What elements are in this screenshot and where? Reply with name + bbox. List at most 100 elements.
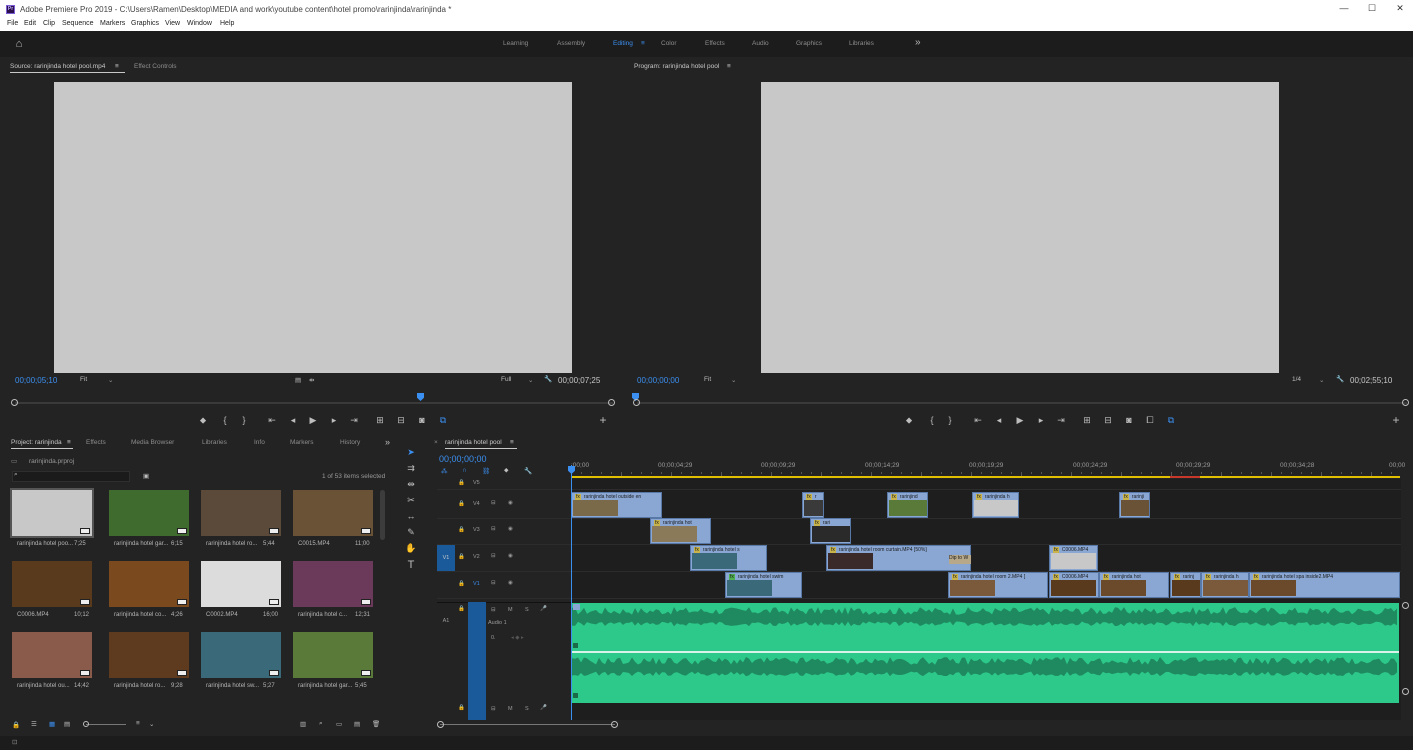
camera-icon[interactable]: ◙	[416, 414, 428, 426]
project-item-name[interactable]: rarinjinda hotel sw...	[206, 683, 259, 689]
add-button-icon[interactable]: +	[597, 414, 609, 426]
chevron-down-icon[interactable]: ⌄	[149, 720, 154, 728]
tab-effect-controls[interactable]: Effect Controls	[134, 63, 177, 70]
panel-menu-icon[interactable]: ≡	[727, 63, 731, 70]
go-to-in-icon[interactable]: ⇤	[972, 414, 984, 426]
track-lock-icon[interactable]: 🔒	[458, 581, 465, 587]
comparison-view-icon[interactable]: ⧠	[1144, 414, 1156, 426]
video-clip[interactable]: fx rarinj	[1170, 572, 1201, 598]
project-item-thumbnail[interactable]	[109, 632, 189, 678]
zoom-handle-right[interactable]	[1402, 399, 1409, 406]
video-clip[interactable]: fx rarinjinda hotel s	[690, 545, 767, 571]
tab-source[interactable]: Source: rarinjinda hotel pool.mp4	[10, 63, 105, 70]
menu-markers[interactable]: Markers	[100, 20, 125, 27]
project-item-name[interactable]: rarinjinda hotel c...	[298, 612, 347, 618]
video-track-label[interactable]: V2	[473, 554, 480, 560]
project-item-name[interactable]: rarinjinda hotel gar...	[298, 683, 352, 689]
program-video-frame[interactable]	[761, 82, 1279, 373]
video-track-label[interactable]: V1	[473, 581, 480, 587]
video-clip[interactable]: fx rarinjinda h	[972, 492, 1019, 518]
tab-program[interactable]: Program: rarinjinda hotel pool	[634, 63, 719, 70]
source-playhead[interactable]	[417, 393, 424, 401]
menu-edit[interactable]: Edit	[24, 20, 36, 27]
zoom-slider-handle[interactable]	[83, 721, 89, 727]
audio-clip-a1[interactable]	[572, 603, 1399, 703]
camera-icon[interactable]: ◙	[1123, 414, 1135, 426]
track-lock-icon[interactable]: 🔒	[458, 501, 465, 507]
track-lock-icon[interactable]: 🔒	[458, 705, 465, 711]
go-to-out-icon[interactable]: ⇥	[1055, 414, 1067, 426]
track-lock-icon[interactable]: 🔒	[458, 554, 465, 560]
tab-sequence[interactable]: rarinjinda hotel pool	[445, 439, 502, 446]
menu-view[interactable]: View	[165, 20, 180, 27]
project-item-thumbnail[interactable]	[12, 632, 92, 678]
extract-icon[interactable]: ⊟	[1102, 414, 1114, 426]
snap-icon[interactable]: ∩	[462, 467, 467, 474]
eye-icon[interactable]: ◉	[508, 553, 513, 559]
more-workspaces-icon[interactable]: »	[915, 37, 921, 48]
nest-icon[interactable]: ⁂	[441, 467, 448, 475]
menu-sequence[interactable]: Sequence	[62, 20, 94, 27]
project-item-name[interactable]: rarinjinda hotel poo...	[17, 541, 73, 547]
project-item-name[interactable]: C0015.MP4	[298, 541, 330, 547]
new-bin-icon[interactable]: ▭	[336, 720, 342, 728]
eye-icon[interactable]: ◉	[508, 500, 513, 506]
workspace-audio[interactable]: Audio	[752, 40, 769, 47]
find-icon[interactable]: ⌕	[319, 720, 323, 728]
mute-button[interactable]: M	[508, 607, 513, 613]
source-patch-a1[interactable]: A1	[437, 606, 455, 636]
video-clip[interactable]: fx rarinjinda hotel room 2.MP4 [	[948, 572, 1048, 598]
drag-audio-icon[interactable]: ⇹	[309, 376, 314, 384]
panel-menu-icon[interactable]: ≡	[115, 63, 119, 70]
step-forward-icon[interactable]: ▸	[328, 414, 340, 426]
add-button-icon[interactable]: +	[1390, 414, 1402, 426]
go-to-out-icon[interactable]: ⇥	[348, 414, 360, 426]
program-fit-select[interactable]: Fit	[704, 376, 711, 383]
timeline-horizontal-scrollbar[interactable]	[440, 724, 615, 725]
project-item-thumbnail[interactable]	[201, 490, 281, 536]
vertical-zoom-handle[interactable]	[1402, 688, 1409, 695]
maximize-button[interactable]: ☐	[1365, 3, 1379, 15]
wrench-icon[interactable]: 🔧	[524, 467, 532, 475]
sort-icon[interactable]: ≡	[136, 720, 140, 727]
menu-graphics[interactable]: Graphics	[131, 20, 159, 27]
project-item-name[interactable]: C0002.MP4	[206, 612, 238, 618]
workspace-effects[interactable]: Effects	[705, 40, 725, 47]
chevron-down-icon[interactable]: ⌄	[1319, 376, 1324, 384]
zoom-handle-right[interactable]	[608, 399, 615, 406]
video-clip[interactable]: fx rarinjind	[887, 492, 928, 518]
more-panels-icon[interactable]: »	[385, 437, 390, 447]
workspace-editing[interactable]: Editing	[613, 40, 633, 47]
tab-media-browser[interactable]: Media Browser	[131, 439, 174, 446]
eye-icon[interactable]: ◉	[508, 526, 513, 532]
video-track-label[interactable]: V4	[473, 501, 480, 507]
project-item-name[interactable]: rarinjinda hotel gar...	[114, 541, 168, 547]
track-lock-icon[interactable]: 🔒	[458, 606, 465, 612]
play-icon[interactable]: ▶	[307, 414, 319, 426]
chevron-down-icon[interactable]: ⌄	[108, 376, 113, 384]
zoom-slider[interactable]	[86, 724, 126, 725]
video-track-label[interactable]: V3	[473, 527, 480, 533]
project-item-thumbnail[interactable]	[201, 632, 281, 678]
mark-out-icon[interactable]: }	[238, 414, 250, 426]
zoom-handle-left[interactable]	[633, 399, 640, 406]
tab-markers[interactable]: Markers	[290, 439, 313, 446]
timeline-playhead[interactable]	[571, 465, 572, 720]
project-item-thumbnail[interactable]	[293, 561, 373, 607]
minimize-button[interactable]: —	[1337, 3, 1351, 15]
timeline-timecode[interactable]: 00;00;00;00	[439, 454, 487, 464]
program-playhead-timecode[interactable]: 00;00;00;00	[637, 376, 679, 385]
sync-lock-icon[interactable]: ⊟	[491, 526, 496, 532]
scroll-handle-left[interactable]	[437, 721, 444, 728]
add-marker-icon[interactable]: ⬥	[504, 467, 509, 475]
hand-tool-icon[interactable]: ✋	[404, 541, 418, 555]
zoom-handle-left[interactable]	[11, 399, 18, 406]
trash-icon[interactable]: 🗑	[372, 720, 380, 728]
eye-icon[interactable]: ◉	[508, 580, 513, 586]
video-clip[interactable]: fx C0006.MP4	[1049, 545, 1098, 571]
tab-libraries[interactable]: Libraries	[202, 439, 227, 446]
project-item-thumbnail[interactable]	[10, 488, 94, 538]
sync-lock-icon[interactable]: ⊟	[491, 607, 496, 613]
add-marker-icon[interactable]: ⬥	[197, 414, 209, 426]
tab-effects[interactable]: Effects	[86, 439, 106, 446]
